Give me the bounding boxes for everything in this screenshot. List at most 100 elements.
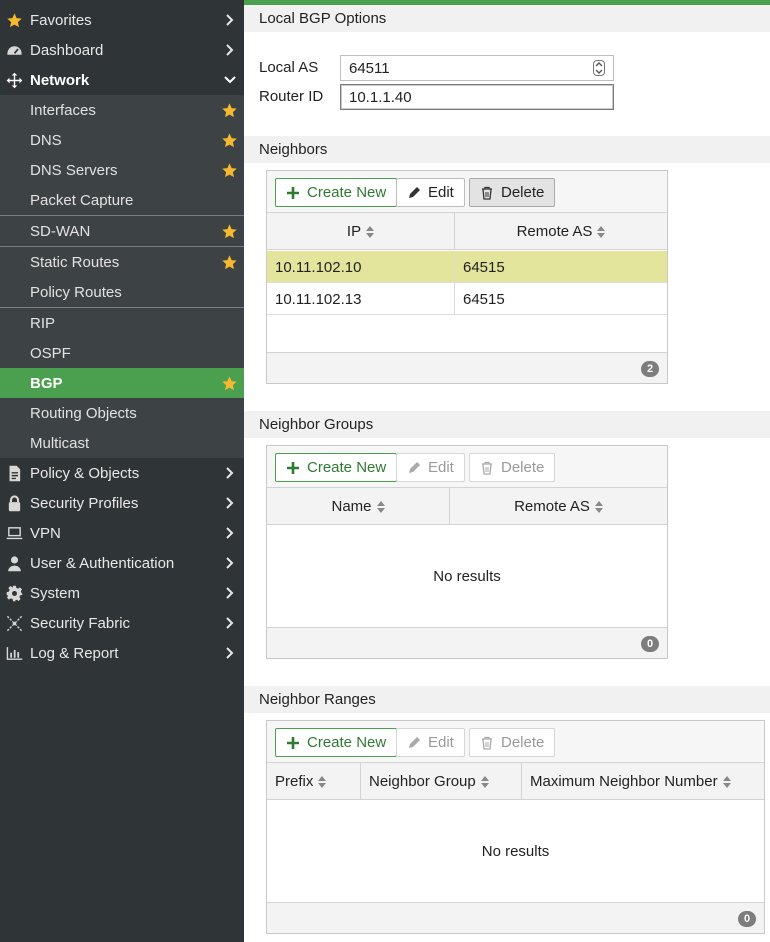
nav-label: User & Authentication — [30, 554, 175, 572]
edit-button[interactable]: Edit — [396, 728, 465, 757]
chevron-right-icon — [224, 14, 236, 26]
sort-icon — [722, 775, 731, 788]
sidebar-item-policy-routes[interactable]: Policy Routes — [0, 277, 244, 307]
delete-button[interactable]: Delete — [469, 728, 556, 757]
nav-label: Favorites — [30, 11, 92, 29]
column-header-maximum-neighbor-number[interactable]: Maximum Neighbor Number — [530, 763, 762, 800]
plus-icon — [287, 736, 299, 749]
column-label: Remote AS — [516, 223, 593, 240]
column-header-neighbor-group[interactable]: Neighbor Group — [369, 763, 521, 800]
neighbor-ranges-toolbar: Create New Edit Delete — [267, 721, 764, 763]
router-id-input[interactable]: 10.1.1.40 — [340, 84, 614, 110]
nav-network[interactable]: Network — [0, 65, 244, 95]
sidebar-item-dns-servers[interactable]: DNS Servers — [0, 155, 244, 185]
column-header-name[interactable]: Name — [267, 488, 449, 525]
nav-security-profiles[interactable]: Security Profiles — [0, 488, 244, 518]
star-icon[interactable] — [221, 132, 238, 149]
sidebar: Favorites Dashboard Network Interfaces D… — [0, 0, 244, 942]
create-new-button[interactable]: Create New — [275, 178, 398, 207]
delete-button[interactable]: Delete — [469, 178, 556, 207]
column-separator — [360, 763, 361, 800]
nav-user-authentication[interactable]: User & Authentication — [0, 548, 244, 578]
nav-dashboard[interactable]: Dashboard — [0, 35, 244, 65]
nav-label: Interfaces — [30, 101, 96, 119]
column-header-prefix[interactable]: Prefix — [275, 763, 360, 800]
section-title: Neighbors — [259, 141, 328, 158]
nav-label: Routing Objects — [30, 404, 137, 422]
sort-icon — [376, 500, 385, 513]
cell-remote-as: 64515 — [463, 290, 505, 308]
sidebar-item-routing-objects[interactable]: Routing Objects — [0, 398, 244, 428]
nav-security-fabric[interactable]: Security Fabric — [0, 608, 244, 638]
plus-icon — [287, 461, 299, 474]
nav-system[interactable]: System — [0, 578, 244, 608]
nav-vpn[interactable]: VPN — [0, 518, 244, 548]
chevron-right-icon — [224, 617, 236, 629]
plus-icon — [287, 186, 299, 199]
sidebar-item-multicast[interactable]: Multicast — [0, 428, 244, 458]
column-label: Maximum Neighbor Number — [530, 773, 718, 790]
button-label: Create New — [307, 184, 387, 201]
create-new-button[interactable]: Create New — [275, 453, 398, 482]
nav-log-report[interactable]: Log & Report — [0, 638, 244, 668]
column-header-remote-as[interactable]: Remote AS — [455, 213, 667, 250]
stepper-icon[interactable] — [593, 60, 605, 76]
column-separator — [454, 251, 455, 283]
star-icon[interactable] — [221, 223, 238, 240]
column-header-remote-as[interactable]: Remote AS — [450, 488, 667, 525]
sort-icon — [366, 225, 375, 238]
neighbor-groups-table-footer: 0 — [267, 627, 667, 658]
column-separator — [521, 763, 522, 800]
router-id-value: 10.1.1.40 — [349, 88, 412, 106]
pencil-icon — [409, 186, 420, 198]
star-icon[interactable] — [221, 375, 238, 392]
section-header-neighbors: Neighbors — [244, 136, 770, 163]
star-icon[interactable] — [221, 102, 238, 119]
laptop-icon — [5, 524, 23, 542]
section-title: Neighbor Ranges — [259, 691, 376, 708]
nav-label: Policy Routes — [30, 283, 122, 301]
cell-ip: 10.11.102.13 — [275, 290, 362, 308]
local-as-value: 64511 — [349, 59, 390, 77]
sidebar-item-interfaces[interactable]: Interfaces — [0, 95, 244, 125]
bar-chart-icon — [5, 644, 23, 662]
sidebar-item-static-routes[interactable]: Static Routes — [0, 247, 244, 277]
chevron-right-icon — [224, 467, 236, 479]
nav-label: System — [30, 584, 81, 602]
empty-state-text: No results — [481, 843, 550, 860]
column-label: Remote AS — [514, 498, 590, 515]
nav-label: Static Routes — [30, 253, 120, 271]
sidebar-item-bgp[interactable]: BGP — [0, 368, 244, 398]
sidebar-item-packet-capture[interactable]: Packet Capture — [0, 185, 244, 215]
section-header-neighbor-ranges: Neighbor Ranges — [244, 686, 770, 713]
neighbor-groups-table-header: Name Remote AS — [267, 488, 667, 525]
sidebar-item-dns[interactable]: DNS — [0, 125, 244, 155]
section-header-local-bgp: Local BGP Options — [244, 5, 770, 32]
neighbors-table-header: IP Remote AS — [267, 213, 667, 250]
column-label: Prefix — [275, 773, 314, 790]
local-as-input[interactable]: 64511 — [340, 55, 614, 81]
nav-label: Packet Capture — [30, 191, 134, 209]
edit-button[interactable]: Edit — [396, 178, 465, 207]
chevron-down-icon — [224, 74, 236, 86]
nav-label: VPN — [30, 524, 61, 542]
sidebar-item-ospf[interactable]: OSPF — [0, 338, 244, 368]
delete-button[interactable]: Delete — [469, 453, 556, 482]
empty-state-text: No results — [433, 568, 501, 585]
create-new-button[interactable]: Create New — [275, 728, 398, 757]
button-label: Delete — [501, 459, 545, 476]
sidebar-item-rip[interactable]: RIP — [0, 308, 244, 338]
gauge-icon — [5, 41, 23, 59]
table-row[interactable]: 10.11.102.10 64515 — [267, 251, 667, 283]
column-label: IP — [346, 223, 362, 240]
table-row[interactable]: 10.11.102.13 64515 — [267, 283, 667, 315]
nav-favorites[interactable]: Favorites — [0, 5, 244, 35]
star-icon[interactable] — [221, 254, 238, 271]
sidebar-item-sd-wan[interactable]: SD-WAN — [0, 216, 244, 246]
section-header-neighbor-groups: Neighbor Groups — [244, 411, 770, 438]
column-header-ip[interactable]: IP — [267, 213, 454, 250]
nav-policy-objects[interactable]: Policy & Objects — [0, 458, 244, 488]
main-content: Local BGP Options Local AS 64511 Router … — [244, 0, 770, 942]
star-icon[interactable] — [221, 162, 238, 179]
edit-button[interactable]: Edit — [396, 453, 465, 482]
